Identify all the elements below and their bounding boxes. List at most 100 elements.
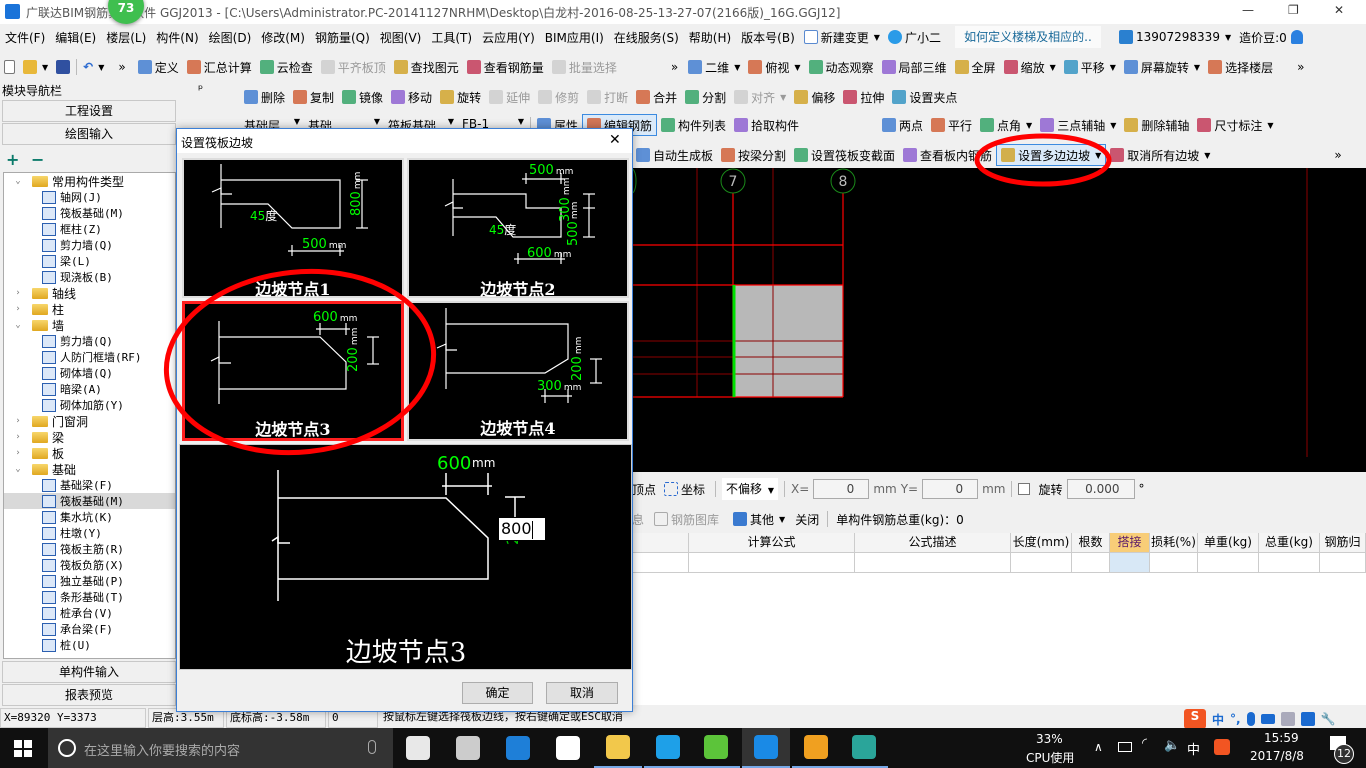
dialog-close-button[interactable]: ✕: [609, 132, 621, 148]
search-box[interactable]: 在这里输入你要搜索的内容: [48, 728, 393, 768]
menu-item[interactable]: 修改(M): [256, 29, 310, 46]
tree-folder[interactable]: › 轴线: [4, 285, 175, 301]
table-cell[interactable]: [1320, 553, 1366, 573]
edit-8-button[interactable]: 合并: [632, 86, 681, 108]
x-input[interactable]: 0: [813, 479, 870, 499]
table-cell[interactable]: [632, 553, 689, 573]
slab-5-button[interactable]: 取消所有边坡 ▼: [1106, 144, 1214, 166]
dimension-input[interactable]: 800: [498, 517, 546, 541]
tree-folder[interactable]: › 梁: [4, 429, 175, 445]
undo-button[interactable]: ↶ ▼: [79, 56, 108, 78]
expand-all-button[interactable]: +: [6, 150, 19, 169]
taskbar-app[interactable]: [792, 728, 840, 768]
taskbar-app[interactable]: [742, 728, 790, 768]
tb1-0-button[interactable]: 定义: [134, 56, 183, 78]
clock-time[interactable]: 15:59: [1264, 731, 1299, 745]
assistant-button[interactable]: 广小二: [884, 26, 945, 48]
drawing-canvas[interactable]: 7 8: [632, 168, 1366, 472]
menu-item[interactable]: BIM应用(I): [540, 29, 609, 46]
dropdown-arrow-icon[interactable]: ▼: [1267, 121, 1273, 130]
chevron-down-icon[interactable]: ⌄: [12, 464, 24, 474]
column-header[interactable]: 根数: [1072, 533, 1110, 553]
chevron-down-icon[interactable]: ⌄: [12, 176, 24, 186]
slab-1-button[interactable]: 按梁分割: [717, 144, 790, 166]
tree-item[interactable]: 独立基础(P): [4, 573, 175, 589]
chevron-right-icon[interactable]: ›: [12, 416, 24, 426]
shirt-icon[interactable]: [1300, 712, 1315, 726]
view-4-button[interactable]: 全屏: [951, 56, 1000, 78]
chevron-right-icon[interactable]: ›: [12, 448, 24, 458]
restore-button[interactable]: ❐: [1288, 3, 1299, 17]
slab-4-button[interactable]: 设置多边边坡 ▼: [996, 144, 1107, 166]
menu-item[interactable]: 云应用(Y): [477, 29, 540, 46]
taskbar-app[interactable]: [594, 728, 642, 768]
view-8-button[interactable]: 选择楼层: [1204, 56, 1277, 78]
column-header[interactable]: 长度(mm): [1011, 533, 1072, 553]
dialog-title-bar[interactable]: 设置筏板边坡 ✕: [177, 129, 632, 153]
sogou-tray-icon[interactable]: [1214, 739, 1230, 755]
new-change-button[interactable]: 新建变更 ▼: [800, 26, 884, 48]
column-header[interactable]: 单重(kg): [1198, 533, 1259, 553]
slope-node-1-option[interactable]: 800mm 500 mm 45度 边坡节点1: [182, 158, 404, 299]
pin-button[interactable]: ᵖ: [198, 82, 203, 96]
minimize-button[interactable]: —: [1242, 3, 1254, 17]
table-cell[interactable]: [855, 553, 1011, 573]
view-6-button[interactable]: 平移 ▼: [1060, 56, 1120, 78]
slope-node-4-option[interactable]: 300 mm 200mm 边坡节点4: [407, 301, 629, 441]
dropdown-arrow-icon[interactable]: ▼: [1095, 151, 1101, 160]
column-header[interactable]: 计算公式: [689, 533, 855, 553]
chevron-right-icon[interactable]: ›: [12, 432, 24, 442]
tree-item[interactable]: 筏板主筋(R): [4, 541, 175, 557]
comp-3-button[interactable]: 拾取构件: [730, 114, 803, 136]
vertex-button[interactable]: 顶点: [632, 481, 656, 498]
dropdown-arrow-icon[interactable]: ▼: [734, 63, 740, 72]
tb1-1-button[interactable]: 汇总计算: [183, 56, 256, 78]
edit-13-button[interactable]: 设置夹点: [888, 86, 961, 108]
toolbar-more[interactable]: »: [1297, 60, 1304, 74]
tree-item[interactable]: 人防门框墙(RF): [4, 349, 175, 365]
wifi-icon[interactable]: ◜: [1142, 736, 1147, 751]
view-0-button[interactable]: 二维 ▼: [684, 56, 744, 78]
tb1-6-button[interactable]: 批量选择: [548, 56, 621, 78]
tree-item[interactable]: 基础梁(F): [4, 477, 175, 493]
dropdown-arrow-icon[interactable]: ▼: [1050, 63, 1056, 72]
tree-item[interactable]: 筏板负筋(X): [4, 557, 175, 573]
menu-item[interactable]: 工具(T): [426, 29, 477, 46]
menu-item[interactable]: 帮助(H): [684, 29, 736, 46]
coord-button[interactable]: 坐标: [660, 478, 709, 500]
taskbar-app[interactable]: [644, 728, 692, 768]
toolbar-more[interactable]: »: [118, 60, 125, 74]
chevron-right-icon[interactable]: ›: [12, 304, 24, 314]
tree-item[interactable]: 现浇板(B): [4, 269, 175, 285]
toolbar-more[interactable]: »: [671, 60, 678, 74]
slope-node-2-option[interactable]: 500 mm 300mm 500mm 600 mm 45度 边坡节点2: [407, 158, 629, 299]
tree-item[interactable]: 轴网(J): [4, 189, 175, 205]
tb1-2-button[interactable]: 云检查: [256, 56, 317, 78]
toolbar-more[interactable]: »: [1334, 148, 1341, 162]
menu-item[interactable]: 版本号(B): [736, 29, 800, 46]
tree-folder[interactable]: ⌄ 常用构件类型: [4, 173, 175, 189]
ime-punct[interactable]: °,: [1230, 712, 1241, 726]
view-3-button[interactable]: 局部三维: [878, 56, 951, 78]
open-file-button[interactable]: ▼: [19, 56, 52, 78]
tree-item[interactable]: 剪力墙(Q): [4, 237, 175, 253]
edit-5-button[interactable]: 延伸: [485, 86, 534, 108]
column-header[interactable]: [632, 533, 689, 553]
rebar-library-button[interactable]: 钢筋图库: [650, 508, 723, 530]
other-button[interactable]: 其他 ▼: [729, 508, 789, 530]
view-7-button[interactable]: 屏幕旋转 ▼: [1120, 56, 1204, 78]
dropdown-arrow-icon[interactable]: ▼: [1194, 63, 1200, 72]
project-settings-button[interactable]: 工程设置: [2, 100, 176, 122]
table-cell[interactable]: [1110, 553, 1150, 573]
menu-item[interactable]: 编辑(E): [50, 29, 101, 46]
keyboard-icon[interactable]: [1260, 714, 1275, 724]
axis-5-button[interactable]: 尺寸标注 ▼: [1193, 114, 1277, 136]
ime-toolbar[interactable]: S 中 °, 🔧: [1184, 709, 1336, 729]
new-file-button[interactable]: [0, 56, 19, 78]
menu-item[interactable]: 文件(F): [0, 29, 50, 46]
tree-folder[interactable]: ⌄ 基础: [4, 461, 175, 477]
battery-icon[interactable]: [1118, 742, 1132, 752]
wrench-icon[interactable]: 🔧: [1321, 712, 1336, 726]
slope-node-3-option[interactable]: 600 mm 200mm 边坡节点3: [182, 301, 404, 441]
dropdown-arrow-icon[interactable]: ▼: [1110, 121, 1116, 130]
